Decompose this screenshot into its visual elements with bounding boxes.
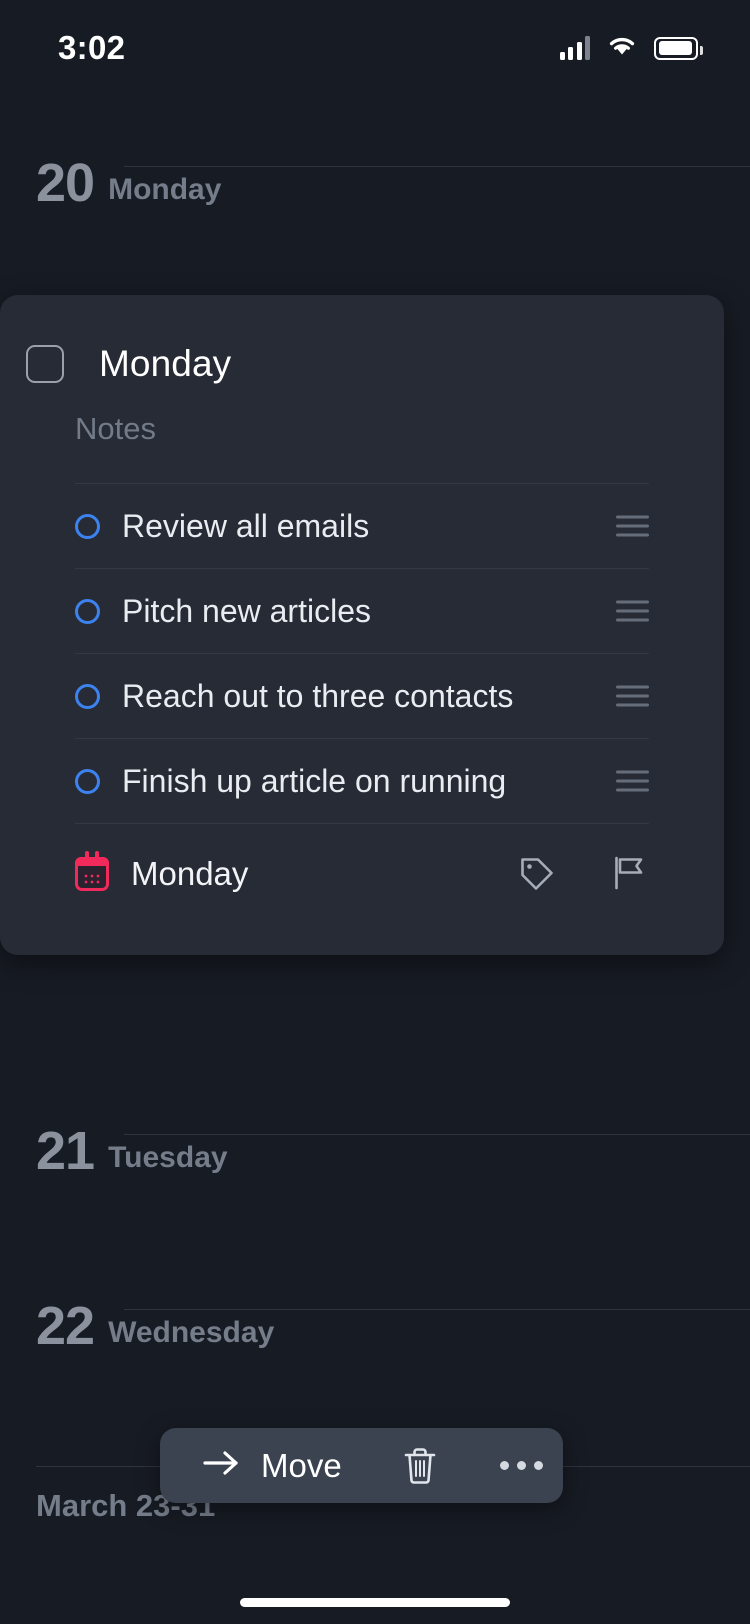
status-bar: 3:02 [0,0,750,96]
subtask-label: Review all emails [122,507,370,544]
battery-icon [654,36,703,60]
move-button[interactable]: Move [160,1447,342,1485]
day-header-20[interactable]: 20 Monday [0,156,750,210]
task-card-footer: Monday [75,823,649,923]
tag-icon[interactable] [517,854,557,894]
home-indicator [240,1598,510,1607]
calendar-icon[interactable] [75,850,109,891]
status-icon-group [559,34,703,63]
day-name: Tuesday [108,1141,228,1174]
day-header-21[interactable]: 21 Tuesday [0,1124,750,1178]
task-checkbox[interactable] [26,345,64,383]
task-footer-actions [517,854,649,894]
subtask-checkbox-icon[interactable] [75,598,100,624]
subtask-row[interactable]: Review all emails [75,483,649,568]
subtask-checkbox-icon[interactable] [75,683,100,709]
task-title[interactable]: Monday [64,343,231,385]
day-divider [124,166,750,167]
cellular-signal-icon [559,36,590,60]
task-notes-field[interactable]: Notes [0,385,724,447]
subtask-checkbox-icon[interactable] [75,513,100,539]
day-number: 20 [36,153,95,213]
day-divider [124,1134,750,1135]
move-button-label: Move [261,1446,342,1484]
subtask-row[interactable]: Finish up article on running [75,738,649,823]
more-options-button[interactable] [499,1461,543,1470]
day-divider [124,1309,750,1310]
flag-icon[interactable] [609,854,649,894]
subtask-row[interactable]: Reach out to three contacts [75,653,649,738]
subtask-row[interactable]: Pitch new articles [75,568,649,653]
task-card[interactable]: Monday Notes Review all emails Pitch new… [0,295,724,955]
subtask-list: Review all emails Pitch new articles Rea… [75,483,649,823]
trash-icon [404,1447,436,1484]
subtask-label: Finish up article on running [122,762,507,799]
drag-handle-icon[interactable] [616,515,649,537]
day-number: 21 [36,1121,95,1181]
task-card-header: Monday [0,295,724,385]
drag-handle-icon[interactable] [616,600,649,622]
subtask-label: Pitch new articles [122,592,371,629]
day-number: 22 [36,1296,95,1356]
more-options-icon [499,1461,509,1470]
drag-handle-icon[interactable] [616,770,649,792]
day-name: Monday [108,173,222,206]
subtask-label: Reach out to three contacts [122,677,514,714]
subtask-checkbox-icon[interactable] [75,768,100,794]
arrow-right-icon [202,1448,242,1483]
selection-action-bar: Move [160,1428,563,1503]
day-header-22[interactable]: 22 Wednesday [0,1299,750,1353]
phone-screen: 3:02 20 Monday Monday Notes Review all e… [0,0,750,1624]
delete-button[interactable] [400,1444,440,1488]
drag-handle-icon[interactable] [616,685,649,707]
status-time: 3:02 [58,29,126,66]
wifi-icon [606,34,638,63]
task-due-date-label[interactable]: Monday [109,855,248,893]
day-name: Wednesday [108,1316,275,1349]
